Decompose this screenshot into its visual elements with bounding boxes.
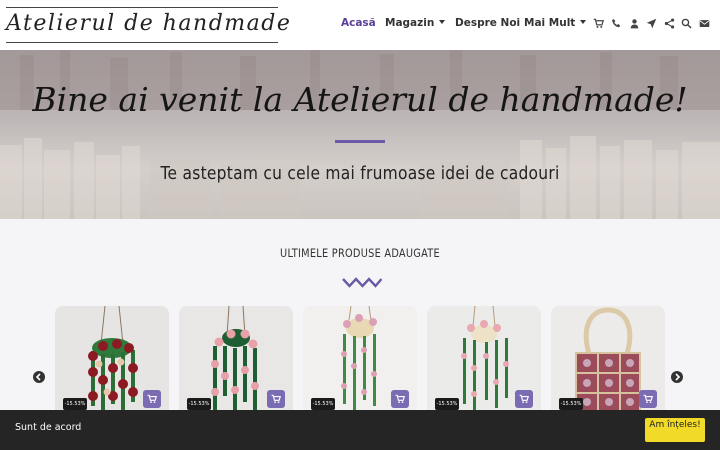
chevron-right-icon bbox=[675, 373, 681, 381]
product-card[interactable]: -15.53% bbox=[303, 306, 417, 410]
location-icon[interactable] bbox=[644, 17, 658, 31]
nav-item-shop[interactable]: Magazin bbox=[385, 17, 446, 29]
discount-badge: -15.53% bbox=[311, 398, 335, 410]
hero-divider bbox=[335, 140, 385, 143]
nav-item-more[interactable]: Mai Mult bbox=[524, 17, 587, 29]
nav-item-home-label: Acasă bbox=[341, 17, 376, 29]
add-to-cart-button[interactable] bbox=[639, 390, 657, 408]
discount-badge: -15.53% bbox=[559, 398, 583, 410]
user-icon[interactable] bbox=[627, 17, 641, 31]
hero-title: Bine ai venit la Atelierul de handmade! bbox=[32, 80, 688, 119]
zigzag-divider-icon bbox=[342, 277, 382, 288]
nav-item-about[interactable]: Despre Noi bbox=[455, 17, 520, 29]
add-to-cart-button[interactable] bbox=[267, 390, 285, 408]
product-card[interactable]: -15.53% bbox=[551, 306, 665, 410]
accept-cookies-button[interactable]: Am înțeles! bbox=[645, 418, 705, 442]
hero-subtitle: Te asteptam cu cele mai frumoase idei de… bbox=[160, 163, 560, 184]
product-card[interactable]: -15.53% bbox=[427, 306, 541, 410]
product-card[interactable]: -15.53% bbox=[55, 306, 169, 410]
product-card[interactable]: -15.53% bbox=[179, 306, 293, 410]
cookie-consent-bar: Sunt de acord Am înțeles! bbox=[0, 410, 720, 450]
search-icon[interactable] bbox=[679, 17, 693, 31]
chevron-left-icon bbox=[35, 373, 41, 381]
site-logo[interactable]: Atelierul de handmade bbox=[6, 7, 292, 43]
discount-badge: -15.53% bbox=[187, 398, 211, 410]
hero-banner: Bine ai venit la Atelierul de handmade! … bbox=[0, 50, 720, 219]
nav-item-more-label: Mai Mult bbox=[524, 17, 576, 29]
add-to-cart-button[interactable] bbox=[391, 390, 409, 408]
phone-icon[interactable] bbox=[609, 17, 623, 31]
add-to-cart-button[interactable] bbox=[515, 390, 533, 408]
add-to-cart-button[interactable] bbox=[143, 390, 161, 408]
logo-text: Atelierul de handmade bbox=[6, 11, 292, 36]
chevron-down-icon bbox=[439, 20, 446, 24]
share-icon[interactable] bbox=[662, 17, 676, 31]
discount-badge: -15.53% bbox=[63, 398, 87, 410]
cart-icon[interactable] bbox=[591, 17, 605, 31]
cart-icon bbox=[519, 394, 529, 403]
cart-icon bbox=[643, 394, 653, 403]
carousel-prev-button[interactable] bbox=[33, 371, 45, 383]
nav-item-home[interactable]: Acasă bbox=[341, 17, 376, 29]
discount-badge: -15.53% bbox=[435, 398, 459, 410]
nav-item-shop-label: Magazin bbox=[385, 17, 435, 29]
mail-icon[interactable] bbox=[697, 17, 711, 31]
cookie-consent-text: Sunt de acord bbox=[15, 422, 82, 433]
site-header: Atelierul de handmade Acasă Magazin Desp… bbox=[0, 0, 720, 50]
hero-overlay bbox=[0, 50, 720, 219]
nav-item-about-label: Despre Noi bbox=[455, 17, 521, 29]
carousel-next-button[interactable] bbox=[671, 371, 683, 383]
chevron-down-icon bbox=[580, 20, 587, 24]
cart-icon bbox=[271, 394, 281, 403]
section-title: ULTIMELE PRODUSE ADAUGATE bbox=[280, 246, 440, 260]
cart-icon bbox=[147, 394, 157, 403]
cart-icon bbox=[395, 394, 405, 403]
